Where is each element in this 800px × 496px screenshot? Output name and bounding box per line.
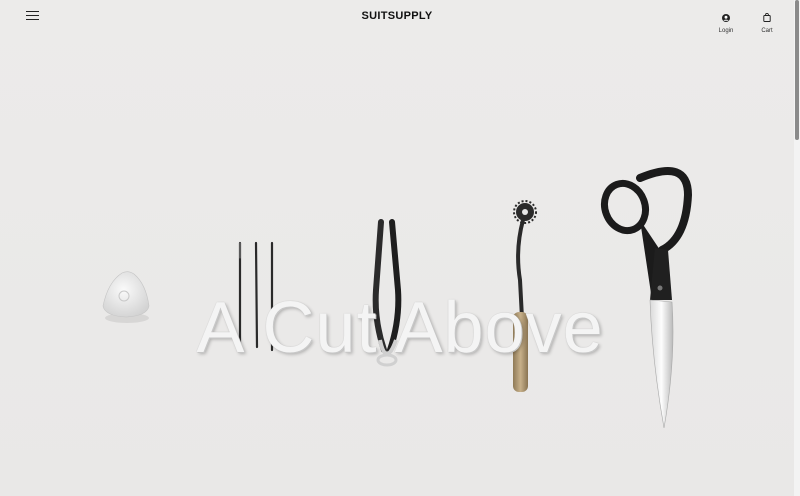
cart-button[interactable]: Cart <box>752 9 782 34</box>
hero-section: A Cut Above <box>0 34 794 496</box>
login-button[interactable]: Login <box>711 9 741 34</box>
user-icon <box>722 14 730 22</box>
scrollbar-thumb[interactable] <box>795 0 799 140</box>
brand-logo[interactable]: SUITSUPPLY <box>0 10 794 22</box>
tailor-chalk <box>102 271 150 323</box>
page: SUITSUPPLY Login Cart A Cut Above <box>0 0 800 496</box>
shopping-bag-icon <box>763 13 771 22</box>
hero-image <box>102 167 693 429</box>
site-header: SUITSUPPLY Login Cart <box>0 0 794 34</box>
hero-headline[interactable]: A Cut Above <box>150 292 650 364</box>
page-scrollbar[interactable] <box>794 0 800 496</box>
